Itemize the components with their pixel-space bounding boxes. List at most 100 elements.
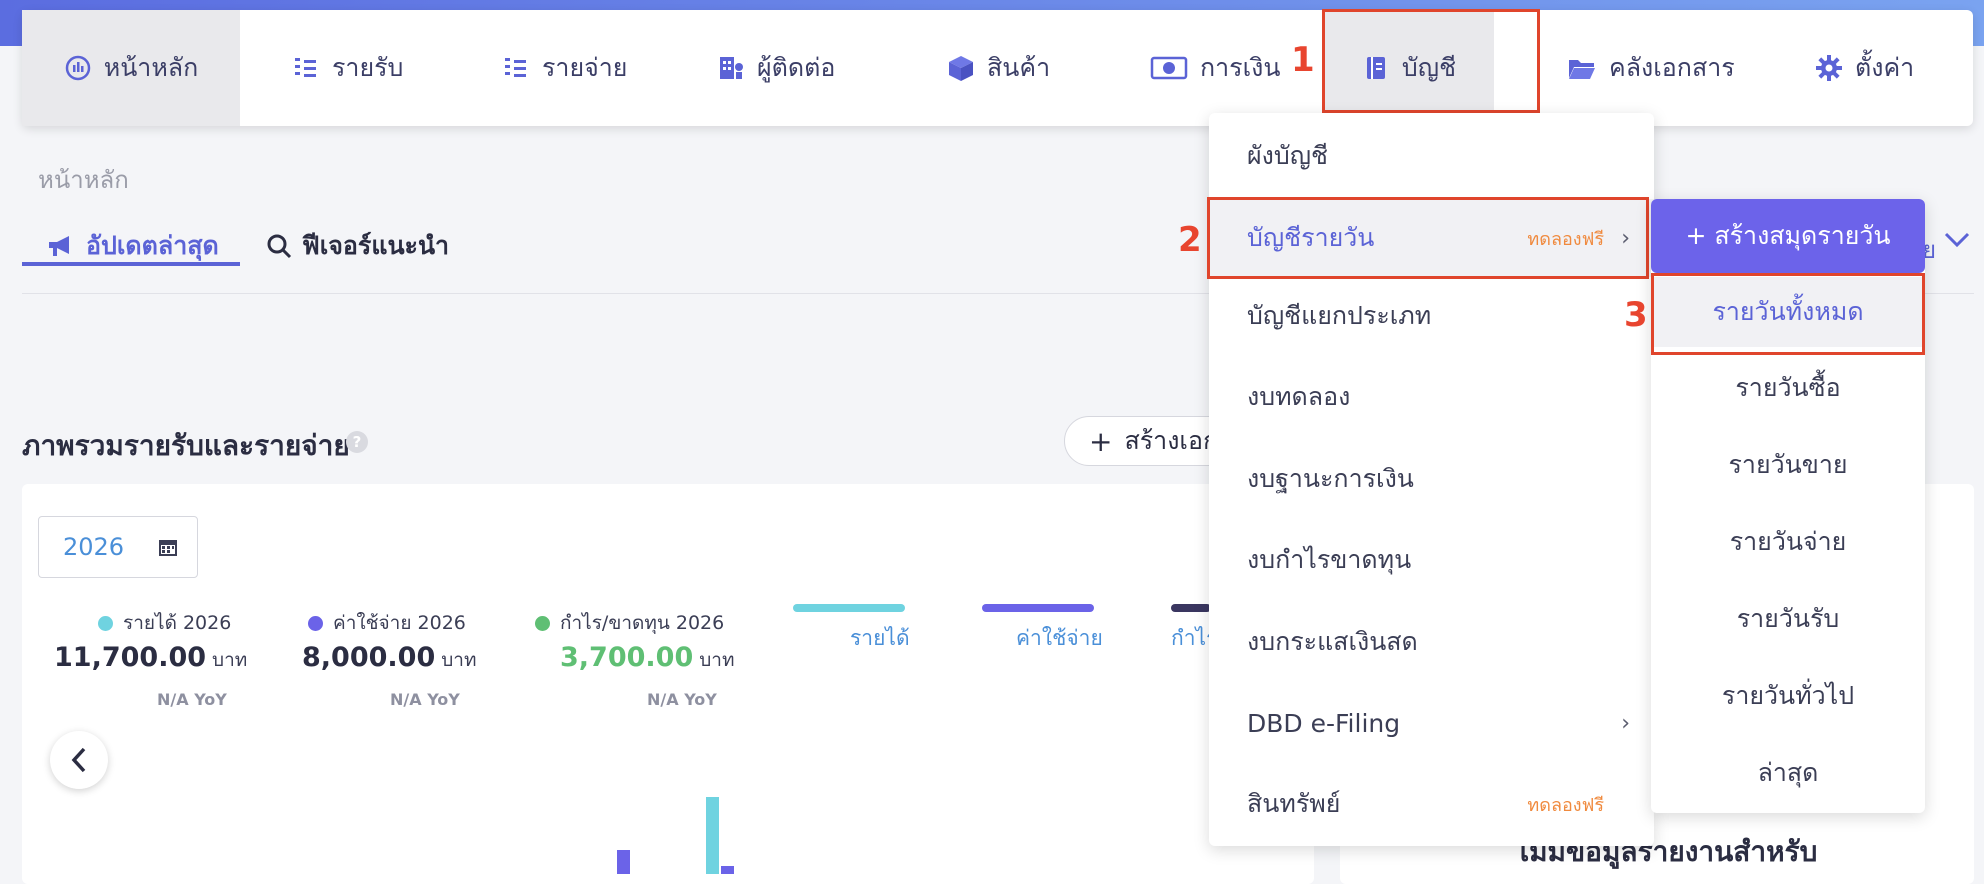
menu-item-income-statement[interactable]: งบกำไรขาดทุน xyxy=(1209,521,1654,599)
active-tab-underline xyxy=(22,262,240,266)
legend-expense-label: ค่าใช้จ่าย xyxy=(1016,626,1103,650)
nav-contacts-label: ผู้ติดต่อ xyxy=(757,53,836,82)
profit-dot xyxy=(535,615,550,631)
calendar-icon xyxy=(159,540,178,556)
box-icon xyxy=(949,56,973,81)
nav-expense-label: รายจ่าย xyxy=(542,53,628,82)
summary-card xyxy=(22,484,1314,884)
submenu-item-purchase-journal[interactable]: รายวันซื้อ xyxy=(1651,353,1925,423)
submenu-item-general-journal[interactable]: รายวันทั่วไป xyxy=(1651,661,1925,731)
menu-item-chart-of-accounts[interactable]: ผังบัญชี xyxy=(1209,117,1654,195)
help-icon[interactable]: ? xyxy=(346,431,368,453)
kpi-profit-unit: บาท xyxy=(699,649,735,671)
menu-item-label: สินทรัพย์ xyxy=(1247,789,1341,818)
search-icon xyxy=(267,234,292,259)
kpi-income-title: รายได้ 2026 xyxy=(123,612,232,634)
kpi-income-label: รายได้ 2026 xyxy=(98,608,231,638)
nav-settings[interactable]: ตั้งค่า xyxy=(1815,10,1914,126)
nav-documents[interactable]: คลังเอกสาร xyxy=(1567,10,1735,126)
chevron-right-icon: › xyxy=(1621,710,1630,736)
tab-recommended-features-label: ฟีเจอร์แนะนำ xyxy=(302,231,450,260)
expense-dot xyxy=(308,615,323,631)
year-value: 2026 xyxy=(63,533,125,561)
kpi-expense-amount: 8,000.00 xyxy=(302,642,436,673)
kpi-expense-label: ค่าใช้จ่าย 2026 xyxy=(308,608,466,638)
kpi-income-value: 11,700.00 บาท xyxy=(54,642,247,675)
nav-home-label: หน้าหลัก xyxy=(103,53,199,82)
menu-item-trial-balance[interactable]: งบทดลอง xyxy=(1209,358,1654,436)
kpi-expense-unit: บาท xyxy=(441,649,477,671)
kpi-expense-yoy: N/A YoY xyxy=(390,690,460,709)
chevron-left-icon xyxy=(71,747,86,773)
annotation-step-3: 3 xyxy=(1624,295,1648,335)
breadcrumb: หน้าหลัก xyxy=(38,166,129,194)
kpi-profit-amount: 3,700.00 xyxy=(560,642,694,673)
legend-income-line xyxy=(793,604,905,612)
annotation-step-1: 1 xyxy=(1291,40,1315,80)
tab-recommended-features[interactable]: ฟีเจอร์แนะนำ xyxy=(266,226,449,266)
menu-item-assets[interactable]: สินทรัพย์ ทดลองฟรี xyxy=(1209,765,1654,843)
menu-item-label: บัญชีแยกประเภท xyxy=(1247,301,1432,330)
kpi-profit-title: กำไร/ขาดทุน 2026 xyxy=(560,612,725,634)
legend-income-label: รายได้ xyxy=(850,626,910,650)
menu-item-label: งบฐานะการเงิน xyxy=(1247,464,1414,493)
legend-expense-line xyxy=(982,604,1094,612)
section-title: ภาพรวมรายรับและรายจ่าย xyxy=(22,429,350,462)
menu-item-label: งบกำไรขาดทุน xyxy=(1247,545,1412,574)
nav-contacts[interactable]: ผู้ติดต่อ xyxy=(717,10,835,126)
kpi-income-amount: 11,700.00 xyxy=(54,642,207,673)
kpi-profit-yoy: N/A YoY xyxy=(647,690,717,709)
kpi-income-unit: บาท xyxy=(212,649,248,671)
year-picker[interactable]: 2026 xyxy=(38,516,198,578)
nav-settings-label: ตั้งค่า xyxy=(1855,53,1915,82)
chart-prev-button[interactable] xyxy=(50,731,108,789)
trial-badge: ทดลองฟรี xyxy=(1527,794,1604,816)
money-icon xyxy=(1150,56,1188,80)
kpi-profit-value: 3,700.00 บาท xyxy=(560,642,735,675)
nav-products[interactable]: สินค้า xyxy=(947,10,1050,126)
menu-item-general-ledger[interactable]: บัญชีแยกประเภท xyxy=(1209,277,1654,355)
submenu-item-sales-journal[interactable]: รายวันขาย xyxy=(1651,430,1925,500)
nav-finance[interactable]: การเงิน xyxy=(1150,10,1280,126)
menu-item-label: งบทดลอง xyxy=(1247,382,1351,411)
nav-home[interactable]: หน้าหลัก xyxy=(22,10,240,126)
nav-income-label: รายรับ xyxy=(332,53,404,82)
folder-icon xyxy=(1569,60,1595,79)
menu-item-dbd-efiling[interactable]: DBD e-Filing › xyxy=(1209,684,1654,762)
highlight-box-accounting xyxy=(1322,9,1540,113)
megaphone-icon xyxy=(49,236,69,256)
nav-expense[interactable]: รายจ่าย xyxy=(502,10,627,126)
legend-profit-line xyxy=(1171,604,1211,612)
nav-finance-label: การเงิน xyxy=(1200,53,1281,82)
annotation-step-2: 2 xyxy=(1178,220,1202,260)
income-icon xyxy=(295,58,316,77)
top-navbar: หน้าหลัก รายรับ รายจ่าย ผู้ติดต่อ สินค้า xyxy=(22,10,1973,126)
submenu-item-payment-journal[interactable]: รายวันจ่าย xyxy=(1651,507,1925,577)
nav-products-label: สินค้า xyxy=(987,53,1051,82)
submenu-item-receipt-journal[interactable]: รายวันรับ xyxy=(1651,584,1925,654)
income-dot xyxy=(98,615,113,631)
menu-item-label: งบกระแสเงินสด xyxy=(1247,627,1418,656)
chart-bar-expense xyxy=(617,850,630,874)
nav-income[interactable]: รายรับ xyxy=(292,10,403,126)
menu-item-balance-sheet[interactable]: งบฐานะการเงิน xyxy=(1209,440,1654,518)
kpi-profit-label: กำไร/ขาดทุน 2026 xyxy=(535,608,724,638)
contacts-icon xyxy=(720,57,743,79)
nav-documents-label: คลังเอกสาร xyxy=(1609,53,1735,82)
menu-item-label: DBD e-Filing xyxy=(1247,708,1401,738)
kpi-expense-value: 8,000.00 บาท xyxy=(302,642,477,675)
kpi-income-yoy: N/A YoY xyxy=(157,690,227,709)
chart-bar-income xyxy=(706,797,719,874)
menu-item-cash-flow[interactable]: งบกระแสเงินสด xyxy=(1209,603,1654,681)
gear-icon xyxy=(1816,55,1842,81)
submenu-item-latest[interactable]: ล่าสุด xyxy=(1651,738,1925,808)
kpi-expense-title: ค่าใช้จ่าย 2026 xyxy=(333,612,466,634)
highlight-box-all-journals xyxy=(1651,273,1925,355)
tab-latest-updates-label: อัปเดตล่าสุด xyxy=(86,231,219,260)
dashboard-icon xyxy=(65,55,90,81)
expense-icon xyxy=(505,58,526,77)
create-journal-button[interactable]: + สร้างสมุดรายวัน xyxy=(1651,199,1925,273)
highlight-box-journal xyxy=(1207,197,1649,279)
tab-latest-updates[interactable]: อัปเดตล่าสุด xyxy=(46,226,219,266)
chevron-down-icon[interactable] xyxy=(1944,232,1970,248)
